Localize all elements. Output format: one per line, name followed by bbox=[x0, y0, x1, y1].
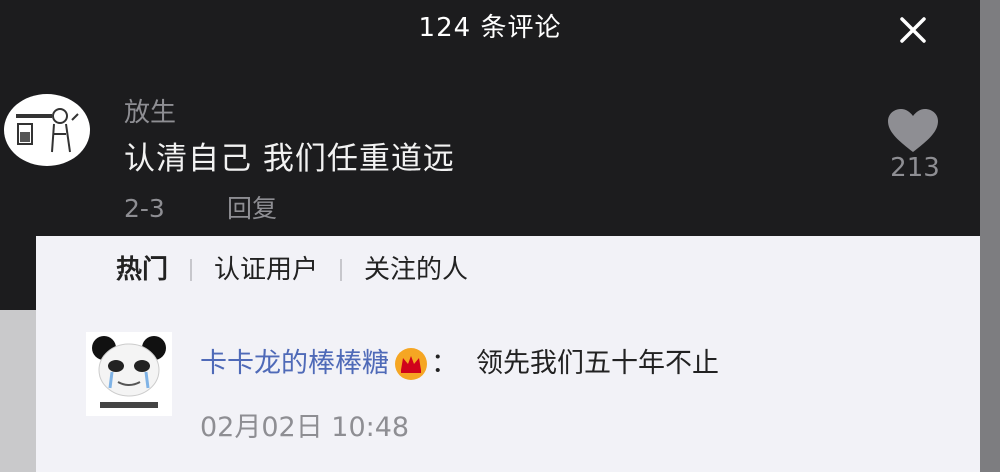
like-count: 213 bbox=[890, 153, 940, 183]
tab-divider bbox=[340, 259, 343, 281]
tab-following[interactable]: 关注的人 bbox=[364, 252, 468, 288]
scrollbar-track bbox=[980, 0, 1000, 472]
heart-icon[interactable] bbox=[886, 108, 940, 154]
comment-timestamp: 02月02日 10:48 bbox=[200, 412, 410, 443]
close-button[interactable] bbox=[893, 10, 933, 50]
background-strip bbox=[0, 310, 36, 472]
comment-date: 2-3 bbox=[124, 194, 165, 223]
sketch-avatar-icon bbox=[16, 108, 79, 153]
avatar[interactable] bbox=[86, 332, 172, 416]
comment-text: 领先我们五十年不止 bbox=[476, 348, 719, 379]
filter-tabs: 热门 认证用户 关注的人 bbox=[116, 252, 468, 288]
crown-icon bbox=[395, 348, 427, 380]
close-icon[interactable] bbox=[899, 16, 927, 44]
comment-username[interactable]: 放生 bbox=[124, 96, 176, 130]
avatar[interactable] bbox=[4, 94, 90, 166]
comment-text: 认清自己 我们任重道远 bbox=[124, 141, 455, 177]
tab-divider bbox=[190, 259, 193, 281]
tab-hot[interactable]: 热门 bbox=[116, 252, 168, 288]
comment-line: 卡卡龙的棒棒糖 ： 领先我们五十年不止 bbox=[200, 344, 719, 384]
comment-count-title: 124 条评论 bbox=[418, 13, 562, 43]
panda-meme-avatar-icon bbox=[86, 332, 172, 416]
tab-verified-users[interactable]: 认证用户 bbox=[214, 252, 318, 288]
reply-button[interactable]: 回复 bbox=[227, 192, 277, 226]
comment-username[interactable]: 卡卡龙的棒棒糖 bbox=[200, 344, 389, 384]
username-separator: ： bbox=[431, 348, 458, 379]
like-button[interactable] bbox=[886, 108, 940, 154]
